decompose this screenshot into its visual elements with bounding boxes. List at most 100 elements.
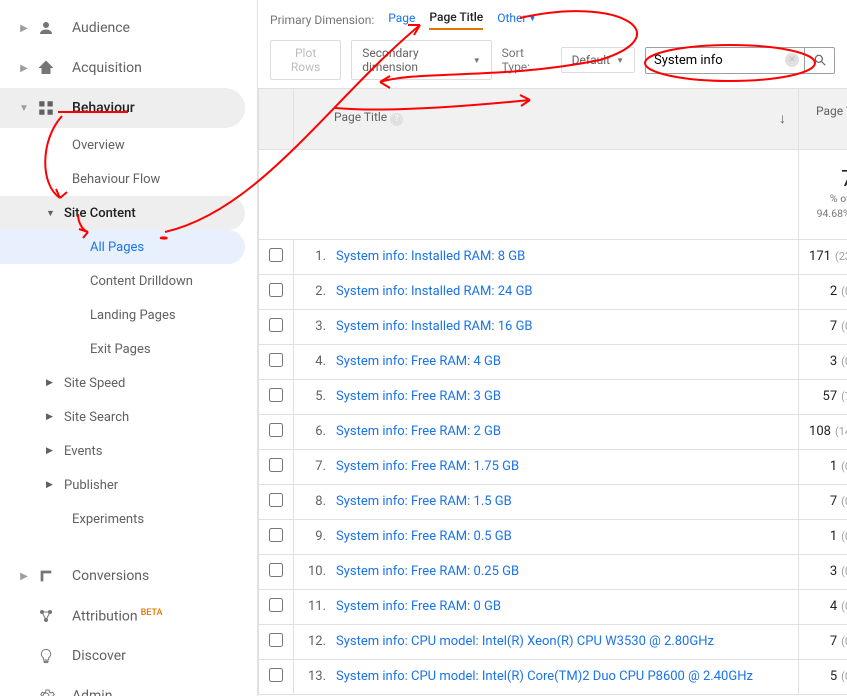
chevron-down-icon: ▼ xyxy=(46,208,58,219)
sort-desc-icon: ↓ xyxy=(779,110,786,127)
data-table: Page Title? ↓ Page Views? Unique Page Vi… xyxy=(258,89,847,695)
clear-search-icon[interactable]: ✕ xyxy=(785,53,799,67)
row-page-views: 2(0.27%) xyxy=(799,274,847,309)
nav-audience[interactable]: ▶ Audience xyxy=(0,8,257,48)
row-title-link[interactable]: System info: Free RAM: 1.75 GB xyxy=(336,459,519,474)
nav-site-search[interactable]: ▶Site Search xyxy=(0,400,257,434)
row-page-views: 3(0.41%) xyxy=(799,344,847,379)
nav-behaviour-flow[interactable]: Behaviour Flow xyxy=(0,162,257,196)
row-title-link[interactable]: System info: Free RAM: 0.25 GB xyxy=(336,564,519,579)
chevron-down-icon: ▼ xyxy=(473,56,481,65)
row-page-views: 7(0.96%) xyxy=(799,309,847,344)
row-page-views: 5(0.68%) xyxy=(799,659,847,694)
nav-behaviour[interactable]: ▼ Behaviour xyxy=(0,88,245,128)
main-content: Primary Dimension: Page Page Title Other… xyxy=(258,0,847,696)
row-checkbox[interactable] xyxy=(269,563,283,577)
row-checkbox[interactable] xyxy=(269,423,283,437)
nav-discover-label: Discover xyxy=(72,648,126,664)
gear-icon xyxy=(34,684,58,696)
row-checkbox[interactable] xyxy=(269,493,283,507)
summary-row: 730 % of Total:94.68% (771) 207 % of Tot… xyxy=(259,149,847,239)
behaviour-icon xyxy=(34,96,58,120)
secondary-dimension-select[interactable]: Secondary dimension▼ xyxy=(351,40,491,80)
row-title-link[interactable]: System info: Installed RAM: 16 GB xyxy=(336,319,533,334)
acquisition-icon xyxy=(34,56,58,80)
row-checkbox[interactable] xyxy=(269,388,283,402)
nav-site-content[interactable]: ▼ Site Content xyxy=(0,196,245,230)
row-page-views: 57(7.81%) xyxy=(799,379,847,414)
row-page-views: 7(0.96%) xyxy=(799,624,847,659)
search-input[interactable] xyxy=(645,47,805,74)
nav-acquisition-label: Acquisition xyxy=(72,60,142,76)
nav-overview[interactable]: Overview xyxy=(0,128,257,162)
table-row: 3. System info: Installed RAM: 16 GB 7(0.9… xyxy=(259,309,847,344)
nav-all-pages[interactable]: All Pages xyxy=(0,230,245,264)
row-page-views: 3(0.41%) xyxy=(799,554,847,589)
nav-events[interactable]: ▶Events xyxy=(0,434,257,468)
row-checkbox[interactable] xyxy=(269,283,283,297)
table-row: 7.System info: Free RAM: 1.75 GB1(0.14%)… xyxy=(259,449,847,484)
row-index: 12. xyxy=(304,634,326,649)
table-row: 5.System info: Free RAM: 3 GB57(7.81%)25… xyxy=(259,379,847,414)
table-row: 6.System info: Free RAM: 2 GB108(14.79%)… xyxy=(259,414,847,449)
row-index: 4. xyxy=(304,354,326,369)
chevron-right-icon: ▶ xyxy=(46,412,58,422)
row-index: 8. xyxy=(304,494,326,509)
row-checkbox[interactable] xyxy=(269,248,283,262)
nav-admin-label: Admin xyxy=(72,688,112,696)
chevron-right-icon: ▶ xyxy=(46,378,58,388)
row-index: 6. xyxy=(304,424,326,439)
nav-conversions[interactable]: ▶ Conversions xyxy=(0,556,257,596)
nav-admin[interactable]: Admin xyxy=(0,676,257,696)
row-checkbox[interactable] xyxy=(269,668,283,682)
topbar: Primary Dimension: Page Page Title Other… xyxy=(258,0,847,89)
row-index: 3. xyxy=(304,319,326,334)
nav-exit-pages[interactable]: Exit Pages xyxy=(0,332,257,366)
nav-attribution[interactable]: AttributionBETA xyxy=(0,596,257,636)
help-icon[interactable]: ? xyxy=(390,113,403,126)
discover-icon xyxy=(34,644,58,668)
table-row: 1.System info: Installed RAM: 8 GB171(23… xyxy=(259,239,847,274)
row-checkbox[interactable] xyxy=(269,318,283,332)
row-title-link[interactable]: System info: Free RAM: 0.5 GB xyxy=(336,529,512,544)
row-title-link[interactable]: System info: Free RAM: 4 GB xyxy=(336,354,501,369)
row-checkbox[interactable] xyxy=(269,598,283,612)
data-table-wrap[interactable]: Page Title? ↓ Page Views? Unique Page Vi… xyxy=(258,89,847,696)
row-title-link[interactable]: System info: Installed RAM: 24 GB xyxy=(336,284,533,299)
dimension-other[interactable]: Other▼ xyxy=(497,11,536,29)
nav-content-drilldown[interactable]: Content Drilldown xyxy=(0,264,257,298)
nav-landing-pages[interactable]: Landing Pages xyxy=(0,298,257,332)
dimension-page[interactable]: Page xyxy=(388,11,415,29)
row-page-views: 1(0.14%) xyxy=(799,449,847,484)
row-title-link[interactable]: System info: CPU model: Intel(R) Xeon(R)… xyxy=(336,634,714,649)
row-checkbox[interactable] xyxy=(269,528,283,542)
chevron-right-icon: ▶ xyxy=(46,446,58,456)
nav-experiments[interactable]: Experiments xyxy=(0,502,257,536)
table-row: 2.System info: Installed RAM: 24 GB2(0.2… xyxy=(259,274,847,309)
row-title-link[interactable]: System info: Free RAM: 0 GB xyxy=(336,599,501,614)
chevron-right-icon: ▶ xyxy=(16,63,32,74)
nav-site-speed[interactable]: ▶Site Speed xyxy=(0,366,257,400)
nav-audience-label: Audience xyxy=(72,20,130,36)
plot-rows-button[interactable]: Plot Rows xyxy=(270,40,341,80)
row-title-link[interactable]: System info: Free RAM: 3 GB xyxy=(336,389,501,404)
row-index: 9. xyxy=(304,529,326,544)
row-index: 5. xyxy=(304,389,326,404)
row-title-link[interactable]: System info: Free RAM: 2 GB xyxy=(336,424,501,439)
col-page-title[interactable]: Page Title? ↓ xyxy=(294,89,799,149)
row-checkbox[interactable] xyxy=(269,353,283,367)
row-checkbox[interactable] xyxy=(269,458,283,472)
sidebar: ▶ Audience ▶ Acquisition ▼ Behaviour Ove… xyxy=(0,0,258,696)
search-button[interactable] xyxy=(805,47,835,74)
row-title-link[interactable]: System info: Free RAM: 1.5 GB xyxy=(336,494,512,509)
nav-acquisition[interactable]: ▶ Acquisition xyxy=(0,48,257,88)
row-checkbox[interactable] xyxy=(269,633,283,647)
nav-publisher[interactable]: ▶Publisher xyxy=(0,468,257,502)
col-page-views[interactable]: Page Views? xyxy=(799,89,847,149)
row-title-link[interactable]: System info: CPU model: Intel(R) Core(TM… xyxy=(336,669,753,684)
dimension-page-title[interactable]: Page Title xyxy=(429,10,483,30)
sort-type-select[interactable]: Default▼ xyxy=(561,47,635,73)
row-index: 1. xyxy=(304,249,326,264)
nav-discover[interactable]: Discover xyxy=(0,636,257,676)
row-title-link[interactable]: System info: Installed RAM: 8 GB xyxy=(336,249,525,264)
